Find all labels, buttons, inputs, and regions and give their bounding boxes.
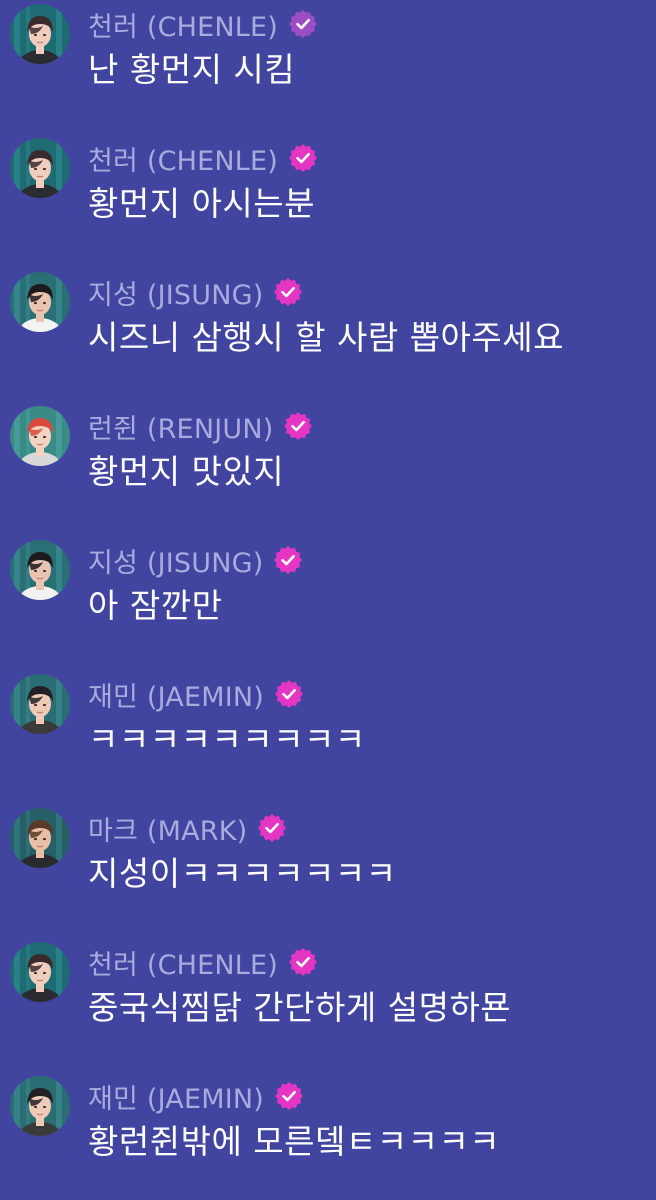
avatar[interactable]	[10, 674, 70, 734]
message-text: 아 잠깐만	[88, 586, 223, 625]
message-text: 황먼지 아시는분	[88, 184, 316, 223]
author-name[interactable]: 런쥔 (RENJUN)	[88, 407, 273, 446]
avatar[interactable]	[10, 4, 70, 64]
chat-message: 재민 (JAEMIN) ㅋㅋㅋㅋㅋㅋㅋㅋㅋ	[10, 674, 650, 784]
message-header: 재민 (JAEMIN)	[88, 1077, 304, 1116]
author-name[interactable]: 천러 (CHENLE)	[88, 5, 278, 44]
chat-message: 천러 (CHENLE) 난 황먼지 시킴	[10, 4, 650, 114]
author-name[interactable]: 천러 (CHENLE)	[88, 943, 278, 982]
verified-badge-icon	[273, 277, 303, 307]
avatar[interactable]	[10, 272, 70, 332]
message-text: 중국식찜닭 간단하게 설명하묜	[88, 988, 512, 1027]
avatar[interactable]	[10, 540, 70, 600]
author-name[interactable]: 천러 (CHENLE)	[88, 139, 278, 178]
avatar[interactable]	[10, 138, 70, 198]
message-header: 지성 (JISUNG)	[88, 273, 303, 312]
verified-badge-icon	[273, 545, 303, 575]
chat-message: 마크 (MARK) 지성이ㅋㅋㅋㅋㅋㅋㅋ	[10, 808, 650, 918]
chat-message: 천러 (CHENLE) 중국식찜닭 간단하게 설명하묜	[10, 942, 650, 1052]
message-header: 천러 (CHENLE)	[88, 943, 318, 982]
avatar[interactable]	[10, 406, 70, 466]
message-header: 런쥔 (RENJUN)	[88, 407, 313, 446]
verified-badge-icon	[288, 9, 318, 39]
message-header: 천러 (CHENLE)	[88, 139, 318, 178]
chat-message: 재민 (JAEMIN) 황런쥔밖에 모른뎈ㅌㅋㅋㅋㅋ	[10, 1076, 650, 1186]
author-name[interactable]: 지성 (JISUNG)	[88, 541, 263, 580]
chat-message: 천러 (CHENLE) 황먼지 아시는분	[10, 138, 650, 248]
message-header: 지성 (JISUNG)	[88, 541, 303, 580]
verified-badge-icon	[274, 1081, 304, 1111]
message-text: 황먼지 맛있지	[88, 452, 285, 491]
message-header: 천러 (CHENLE)	[88, 5, 318, 44]
avatar[interactable]	[10, 942, 70, 1002]
chat-message-list: 천러 (CHENLE) 난 황먼지 시킴 천러 (CHENLE) 황먼지 아시는…	[0, 0, 656, 1200]
verified-badge-icon	[283, 411, 313, 441]
avatar[interactable]	[10, 808, 70, 868]
author-name[interactable]: 지성 (JISUNG)	[88, 273, 263, 312]
message-text: 시즈니 삼행시 할 사람 뽑아주세요	[88, 318, 564, 357]
message-text: 난 황먼지 시킴	[88, 50, 296, 89]
author-name[interactable]: 재민 (JAEMIN)	[88, 675, 264, 714]
avatar[interactable]	[10, 1076, 70, 1136]
message-text: ㅋㅋㅋㅋㅋㅋㅋㅋㅋ	[88, 720, 366, 759]
chat-message: 지성 (JISUNG) 아 잠깐만	[10, 540, 650, 650]
message-header: 재민 (JAEMIN)	[88, 675, 304, 714]
message-text: 지성이ㅋㅋㅋㅋㅋㅋㅋ	[88, 854, 397, 893]
author-name[interactable]: 재민 (JAEMIN)	[88, 1077, 264, 1116]
verified-badge-icon	[257, 813, 287, 843]
verified-badge-icon	[274, 679, 304, 709]
author-name[interactable]: 마크 (MARK)	[88, 809, 247, 848]
chat-message: 지성 (JISUNG) 시즈니 삼행시 할 사람 뽑아주세요	[10, 272, 650, 382]
verified-badge-icon	[288, 143, 318, 173]
verified-badge-icon	[288, 947, 318, 977]
message-header: 마크 (MARK)	[88, 809, 287, 848]
message-text: 황런쥔밖에 모른뎈ㅌㅋㅋㅋㅋ	[88, 1122, 501, 1161]
chat-message: 런쥔 (RENJUN) 황먼지 맛있지	[10, 406, 650, 516]
